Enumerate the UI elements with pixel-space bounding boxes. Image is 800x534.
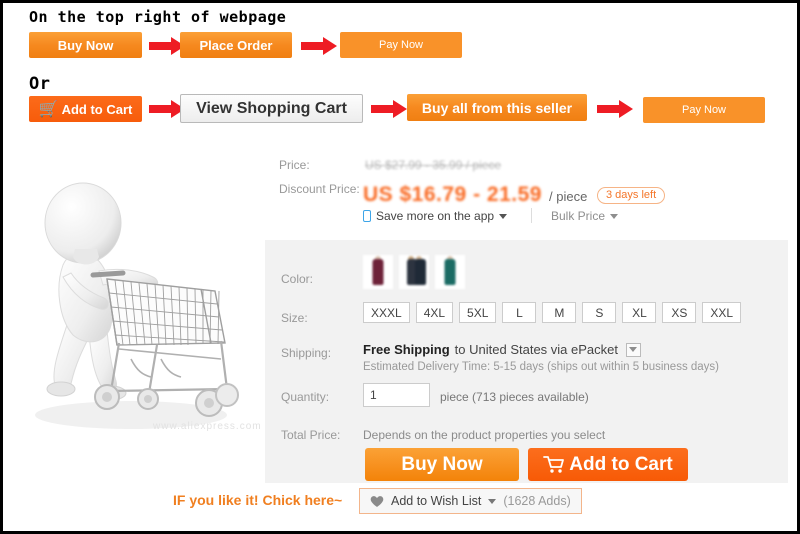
screenshot-root: On the top right of webpage Buy Now Plac… — [0, 0, 800, 534]
product-image-watermark: www.aliexpress.com — [153, 421, 262, 432]
days-left-badge: 3 days left — [597, 187, 666, 204]
heart-icon — [370, 495, 384, 507]
original-price-value: US $27.99 - 35.99 / piece — [365, 158, 502, 172]
quantity-input[interactable] — [363, 383, 430, 407]
discount-price-value: US $16.79 - 21.59 — [363, 183, 542, 206]
discount-price-label: Discount Price: — [279, 182, 360, 196]
size-option[interactable]: 5XL — [459, 302, 497, 323]
size-option[interactable]: M — [542, 302, 577, 323]
bulk-price-label: Bulk Price — [551, 209, 606, 223]
shipping-select-dropdown[interactable] — [625, 342, 641, 357]
size-option[interactable]: S — [582, 302, 617, 323]
shipping-estimated-delivery: Estimated Delivery Time: 5-15 days (ship… — [363, 361, 720, 373]
flow-pay-now-button-1[interactable]: Pay Now — [340, 32, 462, 58]
swatch-garment — [415, 259, 427, 285]
quantity-availability-note: piece (713 pieces available) — [440, 390, 589, 404]
annotation-wishlist-hint: IF you like it! Chick here~ — [173, 492, 343, 508]
size-option[interactable]: L — [502, 302, 537, 323]
arrow-right-icon-2 — [301, 37, 337, 55]
flow-pay-now-button-2[interactable]: Pay Now — [643, 97, 765, 123]
quantity-label: Quantity: — [281, 390, 330, 404]
total-price-note: Depends on the product properties you se… — [363, 428, 606, 442]
product-image — [11, 153, 261, 443]
add-to-wish-list-button[interactable]: Add to Wish List (1628 Adds) — [359, 488, 582, 514]
size-label: Size: — [281, 311, 308, 325]
add-to-wish-list-label: Add to Wish List — [391, 494, 482, 508]
price-divider — [531, 208, 532, 223]
chevron-down-icon-wishlist — [488, 498, 497, 504]
arrow-right-icon-5 — [597, 100, 633, 118]
shipping-value-row: Free Shipping to United States via ePack… — [363, 342, 641, 357]
flow-place-order-button[interactable]: Place Order — [180, 32, 292, 58]
add-to-cart-label: Add to Cart — [569, 453, 673, 475]
price-label: Price: — [279, 158, 310, 172]
color-label: Color: — [281, 272, 314, 286]
arrow-right-icon-4 — [371, 100, 407, 118]
size-option[interactable]: XL — [622, 302, 657, 323]
size-option[interactable]: XXXL — [363, 302, 410, 323]
total-price-label: Total Price: — [281, 428, 341, 442]
flow-buy-all-from-seller-button[interactable]: Buy all from this seller — [407, 94, 587, 121]
wish-list-count: (1628 Adds) — [503, 494, 571, 508]
size-option[interactable]: 4XL — [415, 302, 454, 323]
save-more-on-app-label: Save more on the app — [376, 209, 495, 223]
flow-add-to-cart-label: Add to Cart — [61, 101, 133, 117]
color-swatch-list — [363, 255, 465, 289]
swatch-garment — [444, 259, 456, 285]
annotation-top-title: On the top right of webpage — [29, 8, 287, 26]
bulk-price-link[interactable]: Bulk Price — [551, 209, 619, 223]
color-swatch-teal[interactable] — [435, 255, 465, 289]
flow-buy-now-button[interactable]: Buy Now — [29, 32, 142, 58]
price-unit: / piece — [549, 189, 588, 204]
chevron-down-icon-bulk — [610, 213, 619, 219]
chevron-down-icon-app — [499, 213, 508, 219]
swatch-garment — [372, 259, 384, 285]
size-option[interactable]: XXL — [702, 302, 742, 323]
save-more-on-app-link[interactable]: Save more on the app — [363, 209, 508, 223]
product-options-panel: Color: Size: XXXL 4XL 5XL L M S XL XS XX… — [265, 240, 788, 483]
shipping-destination-text: to United States via ePacket — [454, 342, 618, 357]
color-swatch-navy[interactable] — [399, 255, 429, 289]
size-option[interactable]: XS — [662, 302, 697, 323]
color-swatch-maroon[interactable] — [363, 255, 393, 289]
cart-icon-small: 🛒 — [38, 101, 59, 118]
add-to-cart-button[interactable]: Add to Cart — [528, 448, 688, 481]
flow-add-to-cart-button[interactable]: 🛒 Add to Cart — [29, 96, 142, 122]
shipping-label: Shipping: — [281, 346, 332, 360]
flow-view-shopping-cart-button[interactable]: View Shopping Cart — [180, 94, 363, 123]
mobile-phone-icon — [363, 210, 371, 222]
chevron-down-icon-shipping — [629, 347, 638, 352]
buy-now-button[interactable]: Buy Now — [365, 448, 519, 481]
shopping-cart-icon — [543, 456, 565, 473]
size-option-list: XXXL 4XL 5XL L M S XL XS XXL — [363, 302, 742, 323]
shipping-free-text: Free Shipping — [363, 342, 450, 357]
annotation-or: Or — [29, 74, 51, 94]
